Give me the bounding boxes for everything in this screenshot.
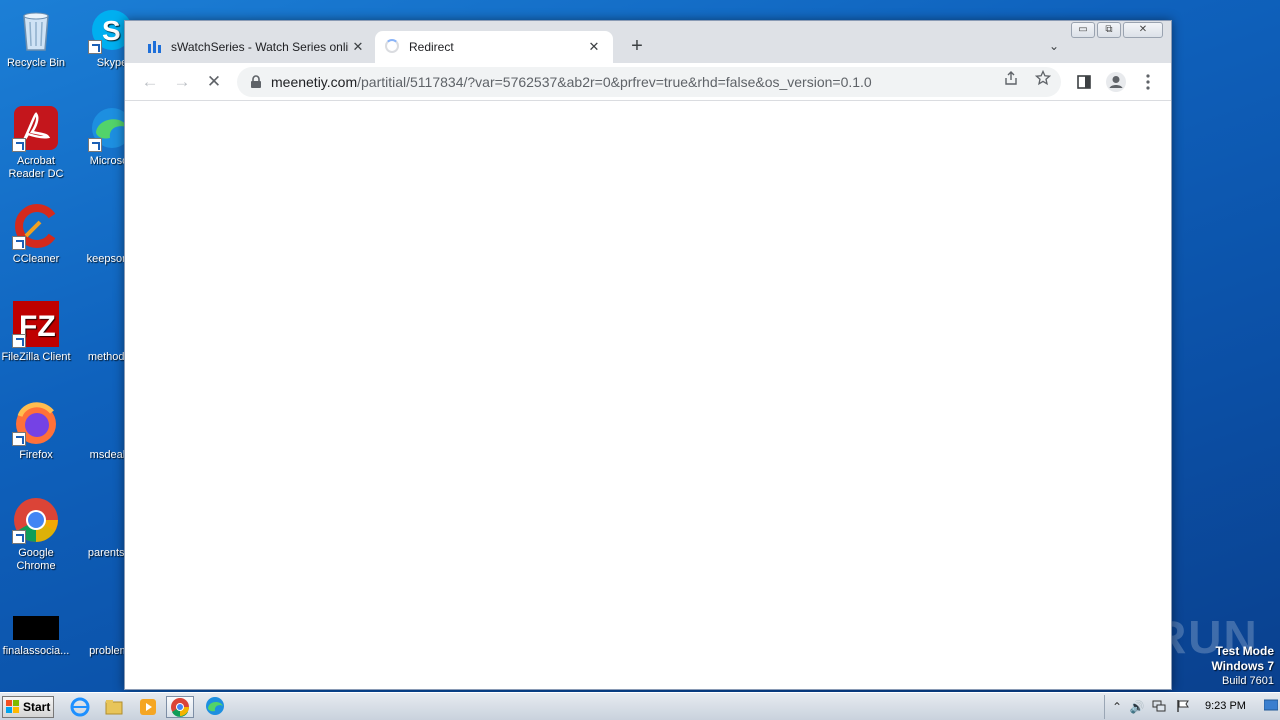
windows-logo-icon <box>6 700 20 714</box>
shortcut-arrow-icon <box>12 236 26 250</box>
page-content <box>125 101 1171 689</box>
lock-icon <box>249 75 263 89</box>
acrobat-icon <box>12 104 60 152</box>
stop-loading-button[interactable]: ✕ <box>201 69 227 95</box>
forward-button[interactable]: → <box>169 69 195 95</box>
network-icon[interactable] <box>1151 699 1167 715</box>
restore-button[interactable]: ⧉ <box>1097 22 1121 38</box>
chrome-icon <box>12 496 60 544</box>
filezilla-icon: FZ <box>12 300 60 348</box>
tab-search-chevron-down-icon[interactable]: ⌄ <box>1043 35 1065 57</box>
minimize-button[interactable]: ▭ <box>1071 22 1095 38</box>
side-panel-icon[interactable] <box>1071 69 1097 95</box>
taskbar-chrome-icon[interactable] <box>166 696 194 718</box>
desktop-icon-label: Recycle Bin <box>6 57 66 69</box>
start-label: Start <box>23 700 51 714</box>
url-text[interactable]: meenetiy.com/partitial/5117834/?var=5762… <box>271 74 997 90</box>
watermark-line3: Build 7601 <box>1222 675 1274 687</box>
close-window-button[interactable]: ✕ <box>1123 22 1163 38</box>
desktop-icon-chrome[interactable]: Google Chrome <box>0 496 72 573</box>
tab-swatchseries[interactable]: sWatchSeries - Watch Series online, ✕ <box>137 31 377 63</box>
tab-title: Redirect <box>409 40 454 54</box>
window-controls: ▭ ⧉ ✕ <box>1069 22 1163 38</box>
desktop-icon-label: Firefox <box>19 449 53 461</box>
start-button[interactable]: Start <box>2 696 54 718</box>
tab-close-icon[interactable]: ✕ <box>349 38 367 56</box>
watermark-line2: Windows 7 <box>1211 659 1274 673</box>
back-button[interactable]: ← <box>137 69 163 95</box>
new-tab-button[interactable]: + <box>625 35 649 59</box>
watermark-line1: Test Mode <box>1215 644 1274 658</box>
desktop-icon-label: finalassocia... <box>2 645 70 657</box>
tab-title: sWatchSeries - Watch Series online, <box>171 40 349 54</box>
desktop-icon-recycle-bin[interactable]: Recycle Bin <box>0 6 72 70</box>
volume-icon[interactable]: 🔊 <box>1129 699 1145 715</box>
shortcut-arrow-icon <box>12 138 26 152</box>
show-hidden-icons-icon[interactable]: ⌃ <box>1109 699 1125 715</box>
show-desktop-icon[interactable] <box>1263 699 1279 715</box>
browser-window: sWatchSeries - Watch Series online, ✕ Re… <box>124 20 1172 690</box>
taskbar-explorer-icon[interactable] <box>100 696 128 718</box>
recycle-bin-icon <box>12 6 60 54</box>
share-icon[interactable] <box>997 70 1025 94</box>
desktop-icon-ccleaner[interactable]: CCleaner <box>0 202 72 266</box>
desktop-icon-label: Google Chrome <box>16 547 56 572</box>
menu-kebab-icon[interactable] <box>1135 69 1161 95</box>
swatchseries-favicon-icon <box>147 39 163 55</box>
browser-toolbar: ← → ✕ meenetiy.com/partitial/5117834/?va… <box>125 63 1171 101</box>
shortcut-arrow-icon <box>12 334 26 348</box>
shortcut-arrow-icon <box>88 40 102 54</box>
desktop-icon-firefox[interactable]: Firefox <box>0 398 72 462</box>
address-bar[interactable]: meenetiy.com/partitial/5117834/?var=5762… <box>237 67 1061 97</box>
desktop-icon-label: FileZilla Client <box>1 351 71 363</box>
action-center-flag-icon[interactable] <box>1175 699 1191 715</box>
url-path: /partitial/5117834/?var=5762537&ab2r=0&p… <box>357 74 872 90</box>
desktop-icon-acrobat[interactable]: Acrobat Reader DC <box>0 104 72 181</box>
desktop-icon-filezilla[interactable]: FZ FileZilla Client <box>0 300 72 364</box>
taskbar-ie-icon[interactable] <box>66 696 94 718</box>
svg-text:S: S <box>102 15 121 46</box>
taskbar-edge-icon[interactable] <box>202 696 230 718</box>
shortcut-arrow-icon <box>12 530 26 544</box>
taskbar: Start ⌃ 🔊 9:23 PM <box>0 692 1280 720</box>
shortcut-arrow-icon <box>88 138 102 152</box>
tab-strip: sWatchSeries - Watch Series online, ✕ Re… <box>125 21 1171 63</box>
black-file-icon <box>12 606 60 642</box>
tab-redirect[interactable]: Redirect ✕ <box>375 31 613 63</box>
clock[interactable]: 9:23 PM <box>1205 700 1246 712</box>
url-host: meenetiy.com <box>271 74 358 90</box>
shortcut-arrow-icon <box>12 432 26 446</box>
desktop-icon-finalassociation[interactable]: finalassocia... <box>0 606 72 658</box>
ccleaner-icon <box>12 202 60 250</box>
desktop-icon-label: Acrobat Reader DC <box>8 155 64 180</box>
bookmark-star-icon[interactable] <box>1029 69 1057 94</box>
taskbar-media-player-icon[interactable] <box>134 696 162 718</box>
loading-spinner-icon <box>385 39 401 55</box>
test-mode-watermark: Test Mode Windows 7 Build 7601 <box>1211 644 1274 688</box>
firefox-icon <box>12 398 60 446</box>
profile-avatar-icon[interactable] <box>1103 69 1129 95</box>
desktop-icon-label: CCleaner <box>12 253 60 265</box>
tab-close-icon[interactable]: ✕ <box>585 38 603 56</box>
system-tray: ⌃ 🔊 9:23 PM <box>1104 695 1280 719</box>
